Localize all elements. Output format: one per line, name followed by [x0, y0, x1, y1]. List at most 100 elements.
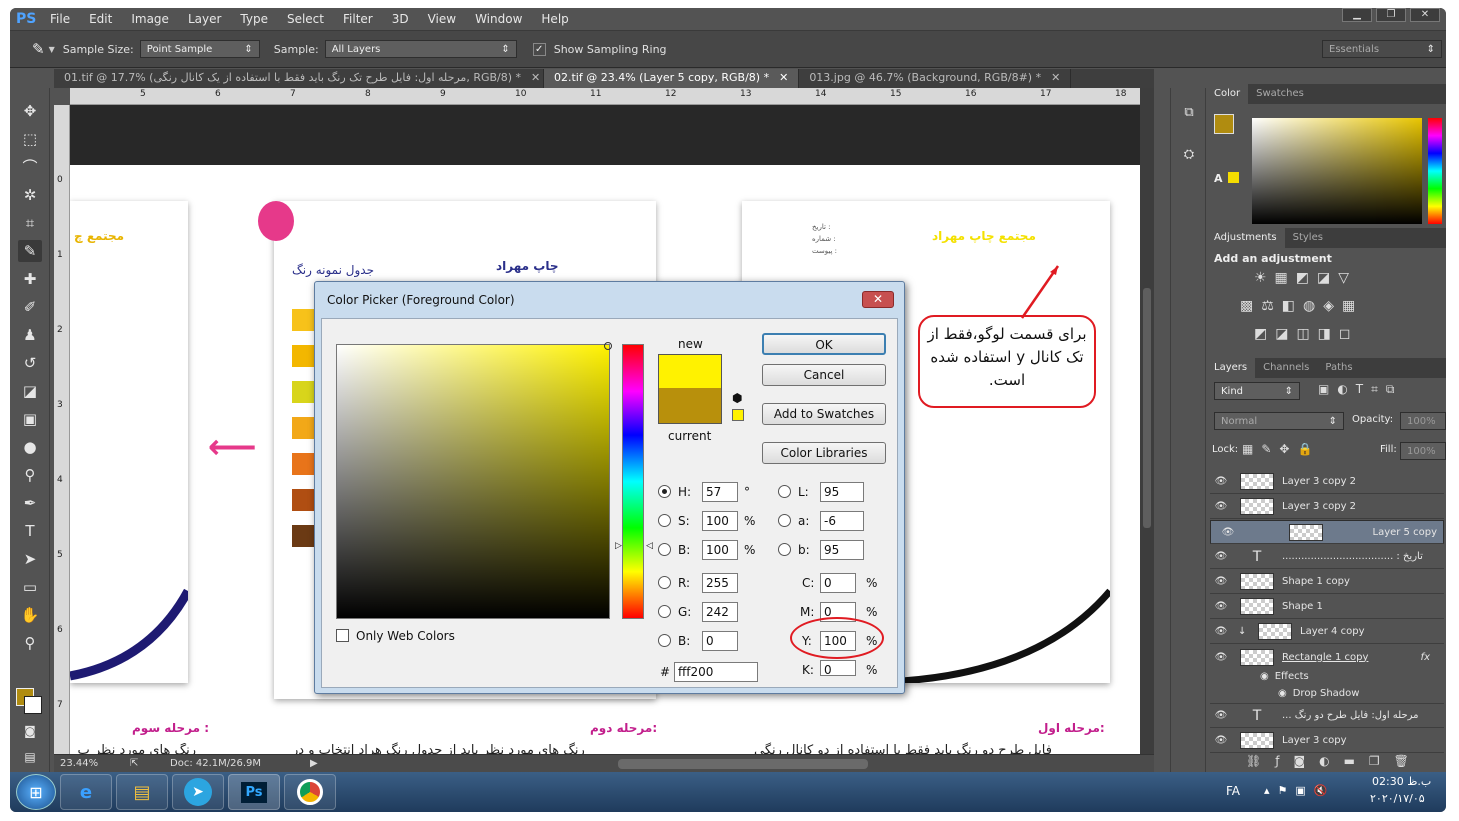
stamp-tool-icon[interactable]: ♟: [18, 324, 42, 346]
lock-icons[interactable]: ▦✎✥🔒: [1242, 442, 1320, 456]
layer-row[interactable]: 👁 Shape 1 copy: [1210, 570, 1444, 594]
chevron-down-icon[interactable]: ▼: [49, 45, 55, 54]
eye-icon[interactable]: 👁: [1217, 527, 1239, 538]
start-button-icon[interactable]: ⊞: [16, 774, 56, 810]
a-input[interactable]: -6: [820, 511, 864, 531]
tab-paths[interactable]: Paths: [1317, 358, 1360, 378]
eye-icon[interactable]: 👁: [1210, 551, 1232, 562]
crop-tool-icon[interactable]: ⌗: [18, 212, 42, 234]
tab-channels[interactable]: Channels: [1255, 358, 1317, 378]
layer-row-selected[interactable]: 👁 Layer 5 copy: [1210, 520, 1444, 544]
r-radio[interactable]: [658, 576, 671, 589]
blend-mode-select[interactable]: Normal ⇕: [1214, 412, 1344, 430]
blue-radio[interactable]: [658, 634, 671, 647]
tab-01[interactable]: 01.tif @ 17.7% (مرحله اول: فایل طرح تک ر…: [54, 69, 544, 88]
menu-view[interactable]: View: [428, 12, 456, 26]
properties-panel-icon[interactable]: ⛭: [1177, 144, 1201, 166]
eye-icon[interactable]: 👁: [1210, 652, 1232, 663]
marquee-tool-icon[interactable]: ⬚: [18, 128, 42, 150]
layer-row[interactable]: 👁 Shape 1: [1210, 595, 1444, 619]
workspace-select[interactable]: Essentials ⇕: [1322, 40, 1442, 58]
tab-layers[interactable]: Layers: [1206, 358, 1256, 378]
layer-row[interactable]: 👁 ↓ Layer 4 copy: [1210, 620, 1444, 644]
fx-icon[interactable]: fx: [1421, 652, 1430, 663]
gamut-swatch[interactable]: [1228, 172, 1239, 183]
tray-icons[interactable]: ▴⚑▣🔇: [1264, 784, 1335, 797]
pen-tool-icon[interactable]: ✒: [18, 492, 42, 514]
tab-styles[interactable]: Styles: [1285, 228, 1331, 248]
tab-color[interactable]: Color: [1206, 84, 1249, 104]
layer-row[interactable]: 👁 T تاریخ : ..............................…: [1210, 545, 1444, 569]
g-radio[interactable]: [658, 605, 671, 618]
l-input[interactable]: 95: [820, 482, 864, 502]
close-icon[interactable]: ✕: [531, 71, 540, 84]
menu-image[interactable]: Image: [131, 12, 169, 26]
layer-row[interactable]: 👁 Layer 3 copy: [1210, 729, 1444, 753]
menu-file[interactable]: File: [50, 12, 70, 26]
tab-swatches[interactable]: Swatches: [1248, 84, 1312, 104]
blur-tool-icon[interactable]: ●: [18, 436, 42, 458]
path-select-icon[interactable]: ➤: [18, 548, 42, 570]
opacity-input[interactable]: 100%: [1400, 412, 1446, 430]
blue-input[interactable]: 0: [702, 631, 738, 651]
clock-time[interactable]: 02:30 ب.ظ: [1372, 775, 1431, 788]
show-sampling-ring-checkbox[interactable]: ✓: [532, 42, 546, 56]
lab-b-radio[interactable]: [778, 543, 791, 556]
zoom-level[interactable]: 23.44%: [60, 758, 130, 769]
restore-icon[interactable]: ❐: [1376, 8, 1406, 22]
tab-adjustments[interactable]: Adjustments: [1206, 228, 1285, 248]
eye-icon[interactable]: ◉: [1260, 671, 1269, 682]
healing-brush-icon[interactable]: ✚: [18, 268, 42, 290]
eye-icon[interactable]: ◉: [1278, 688, 1287, 699]
color-field-marker[interactable]: [604, 342, 612, 350]
layer-row[interactable]: 👁 Layer 3 copy 2: [1210, 495, 1444, 519]
layer-row[interactable]: 👁 Layer 3 copy 2: [1210, 470, 1444, 494]
h-radio[interactable]: [658, 485, 671, 498]
menu-type[interactable]: Type: [240, 12, 268, 26]
layer-filter-icons[interactable]: ▣◐T⌗⧉: [1318, 382, 1402, 397]
adjustment-icons-row2[interactable]: ▩⚖◧◍◈▦: [1240, 298, 1363, 314]
fill-input[interactable]: 100%: [1400, 442, 1446, 460]
kind-filter-select[interactable]: Kind ⇕: [1214, 382, 1300, 400]
tab-02[interactable]: 02.tif @ 23.4% (Layer 5 copy, RGB/8) * ✕: [544, 69, 800, 88]
color-field[interactable]: [336, 342, 612, 619]
zoom-tool-icon[interactable]: ⚲: [18, 632, 42, 654]
color-libraries-button[interactable]: Color Libraries: [762, 442, 886, 464]
language-indicator[interactable]: FA: [1226, 784, 1240, 798]
move-tool-icon[interactable]: ✥: [18, 100, 42, 122]
close-icon[interactable]: ✕: [1051, 71, 1060, 84]
hex-input[interactable]: fff200: [674, 662, 758, 682]
canvas-vertical-scrollbar[interactable]: [1140, 88, 1154, 772]
effects-row[interactable]: ◉ Effects: [1210, 666, 1444, 686]
b-radio[interactable]: [658, 543, 671, 556]
color-ramp[interactable]: [1252, 118, 1422, 224]
eye-icon[interactable]: 👁: [1210, 626, 1232, 637]
ok-button[interactable]: OK: [762, 333, 886, 355]
canvas-horizontal-scrollbar[interactable]: [617, 758, 868, 769]
add-to-swatches-button[interactable]: Add to Swatches: [762, 403, 886, 425]
brush-tool-icon[interactable]: ✐: [18, 296, 42, 318]
s-input[interactable]: 100: [702, 511, 738, 531]
history-brush-icon[interactable]: ↺: [18, 352, 42, 374]
eye-icon[interactable]: 👁: [1210, 601, 1232, 612]
only-web-colors-checkbox[interactable]: [336, 629, 349, 642]
color-spectrum-slider[interactable]: [1428, 118, 1442, 224]
menu-edit[interactable]: Edit: [89, 12, 112, 26]
current-color-swatch[interactable]: [658, 388, 722, 424]
quick-mask-icon[interactable]: ◙: [18, 720, 42, 742]
adjustment-icons-row1[interactable]: ☀▦◩◪▽: [1254, 270, 1357, 286]
lasso-tool-icon[interactable]: ⌒: [18, 156, 42, 178]
cancel-button[interactable]: Cancel: [762, 364, 886, 386]
hue-marker-left-icon[interactable]: ▷: [615, 541, 622, 551]
k-input[interactable]: 0: [820, 660, 856, 677]
chrome-icon[interactable]: [284, 774, 336, 810]
l-radio[interactable]: [778, 485, 791, 498]
dodge-tool-icon[interactable]: ⚲: [18, 464, 42, 486]
s-radio[interactable]: [658, 514, 671, 527]
close-icon[interactable]: ✕: [779, 71, 788, 84]
dialog-close-button[interactable]: ✕: [862, 291, 894, 308]
eyedropper-tool-icon[interactable]: ✎: [18, 240, 42, 262]
status-menu-icon[interactable]: ▶: [310, 758, 318, 769]
type-tool-icon[interactable]: T: [18, 520, 42, 542]
b-input[interactable]: 100: [702, 540, 738, 560]
